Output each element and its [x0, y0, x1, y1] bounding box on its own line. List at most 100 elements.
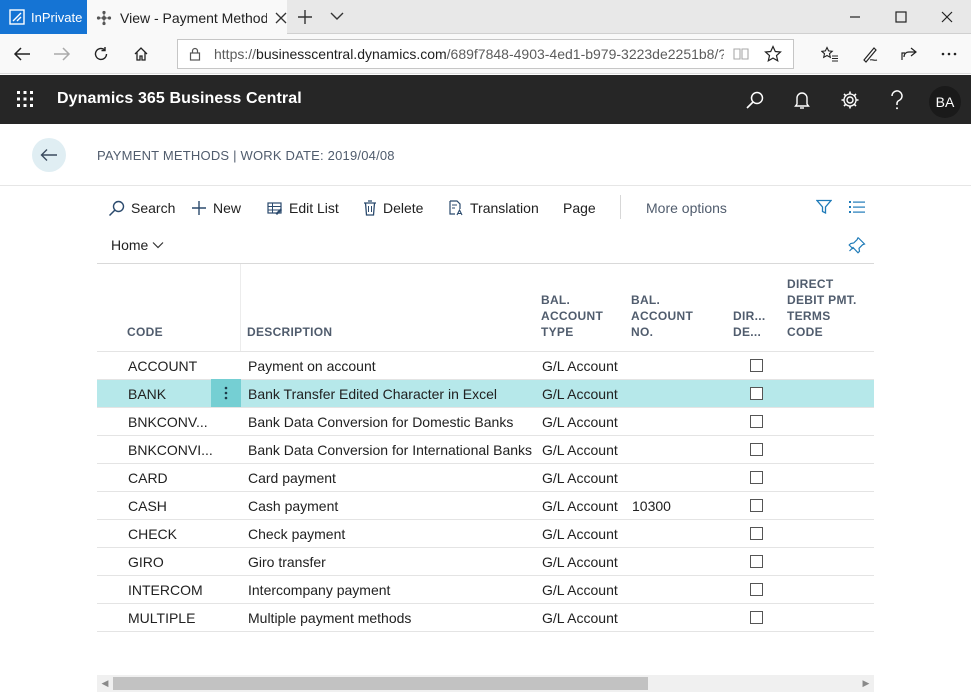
edit-list-action[interactable]: Edit List [267, 198, 339, 218]
cell-description[interactable]: Payment on account [248, 358, 376, 374]
table-row[interactable]: BNKCONV... Bank Data Conversion for Dome… [97, 407, 874, 435]
filter-icon[interactable] [816, 199, 832, 215]
translation-action[interactable]: Translation [448, 198, 539, 218]
more-menu-icon[interactable] [929, 34, 969, 74]
cell-bal-account-type[interactable]: G/L Account [542, 470, 618, 486]
cell-code[interactable]: BNKCONVI... [128, 442, 213, 458]
settings-gear-icon[interactable] [837, 87, 863, 113]
table-row[interactable]: ACCOUNT Payment on account G/L Account [97, 351, 874, 379]
cell-code[interactable]: INTERCOM [128, 582, 203, 598]
cell-description[interactable]: Card payment [248, 470, 336, 486]
table-row[interactable]: CASH Cash payment G/L Account 10300 [97, 491, 874, 519]
maximize-icon[interactable] [878, 0, 924, 34]
table-row[interactable]: CHECK Check payment G/L Account [97, 519, 874, 547]
direct-debit-checkbox[interactable] [750, 499, 763, 512]
cell-code[interactable]: CASH [128, 498, 167, 514]
cell-bal-account-type[interactable]: G/L Account [542, 386, 618, 402]
column-header-bal-account-no[interactable]: BAL. ACCOUNT NO. [631, 292, 693, 340]
home-menu[interactable]: Home [111, 237, 164, 253]
column-header-bal-account-type[interactable]: BAL. ACCOUNT TYPE [541, 292, 603, 340]
cell-bal-account-type[interactable]: G/L Account [542, 442, 618, 458]
direct-debit-checkbox[interactable] [750, 471, 763, 484]
cell-code[interactable]: GIRO [128, 554, 164, 570]
user-avatar[interactable]: BA [929, 86, 961, 118]
reading-view-icon[interactable] [733, 46, 749, 62]
page-menu[interactable]: Page [563, 198, 596, 218]
cell-description[interactable]: Cash payment [248, 498, 338, 514]
notifications-bell-icon[interactable] [789, 87, 815, 113]
table-row[interactable]: GIRO Giro transfer G/L Account [97, 547, 874, 575]
cell-bal-account-type[interactable]: G/L Account [542, 582, 618, 598]
direct-debit-checkbox[interactable] [750, 387, 763, 400]
list-view-icon[interactable] [849, 200, 865, 214]
cell-description[interactable]: Bank Transfer Edited Character in Excel [248, 386, 497, 402]
app-title[interactable]: Dynamics 365 Business Central [57, 90, 302, 108]
cell-description[interactable]: Multiple payment methods [248, 610, 411, 626]
cell-description[interactable]: Bank Data Conversion for Domestic Banks [248, 414, 513, 430]
home-icon[interactable] [121, 34, 161, 74]
column-header-description[interactable]: DESCRIPTION [247, 324, 332, 340]
cell-bal-account-type[interactable]: G/L Account [542, 526, 618, 542]
cell-code[interactable]: BANK [128, 386, 166, 402]
cell-bal-account-type[interactable]: G/L Account [542, 554, 618, 570]
direct-debit-checkbox[interactable] [750, 583, 763, 596]
back-arrow-icon[interactable] [2, 34, 42, 74]
cell-code[interactable]: MULTIPLE [128, 610, 195, 626]
favorites-list-icon[interactable] [810, 34, 850, 74]
column-header-direct-debit-terms[interactable]: DIRECT DEBIT PMT. TERMS CODE [787, 276, 857, 340]
row-actions-ellipsis-icon[interactable] [211, 379, 241, 407]
back-button[interactable] [32, 138, 66, 172]
cell-description[interactable]: Intercompany payment [248, 582, 390, 598]
scroll-right-icon[interactable]: ▶ [858, 675, 874, 692]
delete-action[interactable]: Delete [363, 198, 423, 218]
table-row[interactable]: MULTIPLE Multiple payment methods G/L Ac… [97, 603, 874, 631]
table-row-selected[interactable]: BANK Bank Transfer Edited Character in E… [97, 379, 874, 407]
favorite-star-icon[interactable] [764, 45, 782, 63]
cell-code[interactable]: BNKCONV... [128, 414, 208, 430]
cell-bal-account-no[interactable]: 10300 [632, 498, 671, 514]
cell-description[interactable]: Check payment [248, 526, 345, 542]
forward-arrow-icon[interactable] [42, 34, 82, 74]
direct-debit-checkbox[interactable] [750, 443, 763, 456]
refresh-icon[interactable] [81, 34, 121, 74]
table-row[interactable]: BNKCONVI... Bank Data Conversion for Int… [97, 435, 874, 463]
pen-icon[interactable] [850, 34, 890, 74]
column-header-code[interactable]: CODE [127, 324, 163, 340]
cell-code[interactable]: CHECK [128, 526, 177, 542]
cell-bal-account-type[interactable]: G/L Account [542, 498, 618, 514]
scroll-left-icon[interactable]: ◀ [97, 675, 113, 692]
column-header-direct-debit[interactable]: DIR... DE... [733, 308, 765, 340]
inprivate-badge[interactable]: InPrivate [0, 0, 87, 34]
browser-tab-active[interactable]: View - Payment Methods [87, 0, 287, 35]
direct-debit-checkbox[interactable] [750, 527, 763, 540]
tab-list-chevron-icon[interactable] [330, 11, 344, 21]
new-action[interactable]: New [191, 198, 241, 218]
table-row[interactable]: CARD Card payment G/L Account [97, 463, 874, 491]
close-tab-icon[interactable] [275, 12, 287, 24]
window-close-icon[interactable] [924, 0, 970, 34]
direct-debit-checkbox[interactable] [750, 415, 763, 428]
address-bar[interactable]: https://businesscentral.dynamics.com/689… [177, 39, 794, 69]
cell-description[interactable]: Bank Data Conversion for International B… [248, 442, 532, 458]
app-launcher-icon[interactable] [16, 90, 34, 108]
minimize-icon[interactable] [832, 0, 878, 34]
horizontal-scrollbar[interactable]: ◀ ▶ [97, 675, 874, 692]
cell-bal-account-type[interactable]: G/L Account [542, 610, 618, 626]
cell-bal-account-type[interactable]: G/L Account [542, 358, 618, 374]
cell-description[interactable]: Giro transfer [248, 554, 326, 570]
search-icon[interactable] [742, 87, 768, 113]
help-question-icon[interactable] [884, 87, 910, 113]
scrollbar-thumb[interactable] [113, 677, 648, 690]
table-row[interactable]: INTERCOM Intercompany payment G/L Accoun… [97, 575, 874, 603]
cell-code[interactable]: ACCOUNT [128, 358, 197, 374]
pin-icon[interactable] [848, 236, 866, 254]
direct-debit-checkbox[interactable] [750, 611, 763, 624]
more-options-menu[interactable]: More options [646, 198, 727, 218]
direct-debit-checkbox[interactable] [750, 555, 763, 568]
new-tab-icon[interactable] [296, 8, 314, 26]
cell-bal-account-type[interactable]: G/L Account [542, 414, 618, 430]
share-icon[interactable] [889, 34, 929, 74]
direct-debit-checkbox[interactable] [750, 359, 763, 372]
cell-code[interactable]: CARD [128, 470, 168, 486]
search-action[interactable]: Search [108, 198, 175, 218]
